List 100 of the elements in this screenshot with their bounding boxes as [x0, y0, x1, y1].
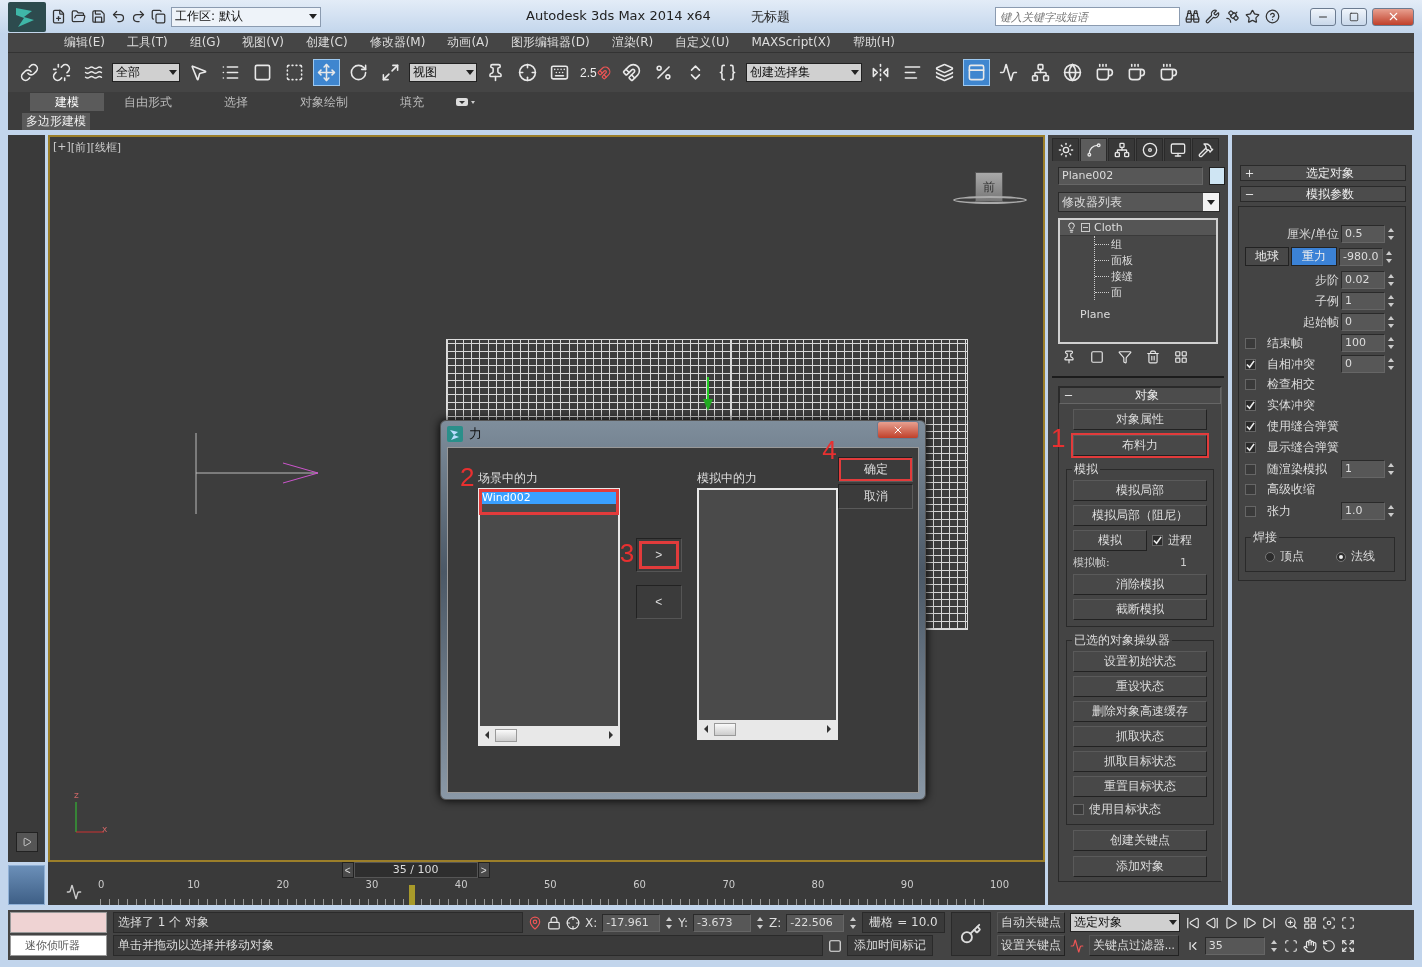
- rollout-header[interactable]: 选定对象: [1240, 165, 1406, 181]
- panel-button[interactable]: 创建关键点: [1073, 830, 1207, 851]
- horizontal-scrollbar[interactable]: [698, 720, 837, 738]
- stack-item[interactable]: Plane: [1060, 306, 1216, 322]
- number-field[interactable]: 1.0: [1341, 502, 1385, 520]
- object-color-swatch[interactable]: [1209, 167, 1225, 185]
- panel-button[interactable]: 模拟局部（阻尼）: [1073, 505, 1207, 526]
- viewport-menu-label[interactable]: [前]: [70, 140, 91, 155]
- coordinate-field[interactable]: -22.506: [786, 913, 845, 932]
- stack-sub-item[interactable]: 接缝: [1111, 268, 1133, 284]
- gravity-button[interactable]: 重力: [1291, 247, 1337, 266]
- ribbon-tab[interactable]: 自由形式: [104, 93, 192, 111]
- binoculars-icon[interactable]: [1185, 9, 1200, 24]
- menu-item[interactable]: 创建(C): [294, 33, 359, 52]
- checkbox[interactable]: [1245, 484, 1256, 495]
- spinner-arrows-icon[interactable]: [1387, 314, 1395, 330]
- move-button[interactable]: >: [635, 538, 682, 572]
- menu-item[interactable]: 动画(A): [436, 33, 500, 52]
- panel-button[interactable]: 重设状态: [1073, 676, 1207, 697]
- panel-tab[interactable]: [1080, 138, 1107, 161]
- dialog-button[interactable]: 确定: [838, 457, 914, 482]
- horizontal-scrollbar[interactable]: [480, 726, 618, 744]
- number-field[interactable]: 100: [1341, 334, 1385, 352]
- plus-icon[interactable]: [1244, 167, 1255, 179]
- panel-button[interactable]: 模拟: [1073, 530, 1147, 551]
- viewport-menu-label[interactable]: [线框]: [90, 140, 121, 155]
- dropdown-icon[interactable]: [456, 98, 476, 106]
- star-icon[interactable]: [1245, 9, 1260, 24]
- radio-button[interactable]: [1336, 551, 1346, 562]
- checkbox[interactable]: [1245, 379, 1256, 390]
- ribbon-tab[interactable]: 填充: [368, 93, 456, 111]
- redo-icon[interactable]: [131, 9, 146, 24]
- key-mode-button[interactable]: [950, 912, 991, 956]
- checkbox[interactable]: [1245, 421, 1256, 432]
- number-field[interactable]: 1: [1341, 292, 1385, 310]
- checkbox[interactable]: [1245, 505, 1256, 517]
- object-name-field[interactable]: Plane002: [1058, 167, 1203, 185]
- snap-toggle-button[interactable]: 2.5: [578, 59, 613, 86]
- number-field[interactable]: 0: [1341, 355, 1385, 373]
- number-field[interactable]: 0.02: [1341, 271, 1385, 289]
- panel-button[interactable]: 对象属性: [1073, 409, 1207, 430]
- zoom-icon[interactable]: [1283, 915, 1298, 930]
- coordinate-field[interactable]: -3.673: [693, 913, 752, 932]
- save-icon[interactable]: [91, 9, 106, 24]
- configure-icon[interactable]: [1174, 350, 1188, 364]
- panel-tab[interactable]: [1192, 138, 1219, 161]
- panel-button[interactable]: 添加对象: [1073, 856, 1207, 877]
- workspace-dropdown[interactable]: 工作区: 默认: [171, 6, 321, 27]
- rollout-header[interactable]: 对象: [1059, 387, 1221, 404]
- panel-button[interactable]: 重置目标状态: [1073, 776, 1207, 797]
- panel-button[interactable]: 模拟局部: [1073, 480, 1207, 501]
- listener-input-field[interactable]: [10, 912, 107, 933]
- search-field[interactable]: 键入关键字或短语: [995, 7, 1180, 26]
- checkbox[interactable]: [1245, 337, 1256, 349]
- menu-item[interactable]: MAXScript(X): [740, 33, 842, 52]
- app-logo[interactable]: [8, 1, 46, 32]
- close-button[interactable]: [1372, 7, 1414, 26]
- trash-icon[interactable]: [1146, 350, 1160, 364]
- menu-item[interactable]: 图形编辑器(D): [499, 33, 601, 52]
- panel-button[interactable]: 布料力: [1073, 435, 1207, 456]
- go-to-end-icon[interactable]: [1261, 915, 1276, 930]
- menu-item[interactable]: 帮助(H): [841, 33, 906, 52]
- reference-coordinate-dropdown[interactable]: 视图: [409, 63, 477, 82]
- stack-sub-item[interactable]: 面: [1111, 284, 1122, 300]
- earth-button[interactable]: 地球: [1245, 247, 1289, 266]
- checkbox[interactable]: [1152, 535, 1163, 546]
- satellite-icon[interactable]: [1225, 9, 1240, 24]
- panel-button[interactable]: 截断模拟: [1073, 599, 1207, 620]
- crosshair-icon[interactable]: [566, 915, 580, 930]
- expand-button[interactable]: [15, 832, 38, 852]
- panel-tab[interactable]: [1052, 138, 1079, 161]
- coordinate-field[interactable]: -17.961: [602, 913, 661, 932]
- number-field[interactable]: -980.0: [1339, 247, 1383, 266]
- move-button[interactable]: [313, 59, 340, 86]
- auto-key-button[interactable]: 自动关键点: [996, 912, 1065, 933]
- panel-button[interactable]: 消除模拟: [1073, 574, 1207, 595]
- move-button[interactable]: <: [635, 585, 682, 619]
- ribbon-tab[interactable]: 对象绘制: [280, 93, 368, 111]
- menu-item[interactable]: 视图(V): [231, 33, 295, 52]
- menu-item[interactable]: 编辑(E): [53, 33, 116, 52]
- panel-button[interactable]: 删除对象高速缓存: [1073, 701, 1207, 722]
- time-slider-thumb[interactable]: 35 / 100: [353, 862, 478, 878]
- ribbon-tab[interactable]: 选择: [192, 93, 280, 111]
- current-frame-field[interactable]: 35: [1204, 936, 1265, 955]
- ribbon-toggle-button[interactable]: [962, 59, 990, 86]
- rollout-header[interactable]: 模拟参数: [1240, 186, 1406, 202]
- collapse-icon[interactable]: [1081, 223, 1090, 232]
- ribbon-panel-label[interactable]: 多边形建模: [22, 112, 90, 130]
- new-file-icon[interactable]: [51, 9, 66, 24]
- wrench-icon[interactable]: [1205, 9, 1220, 24]
- maximize-viewport-icon[interactable]: [1340, 938, 1355, 953]
- key-filters-button[interactable]: 关键点过滤器...: [1088, 935, 1179, 956]
- spinner-arrows-icon[interactable]: [1387, 503, 1395, 519]
- play-icon[interactable]: [1223, 915, 1238, 930]
- panel-tab[interactable]: [1164, 138, 1191, 161]
- next-frame-icon[interactable]: [1242, 915, 1257, 930]
- key-target-dropdown[interactable]: 选定对象: [1069, 913, 1180, 932]
- menu-item[interactable]: 渲染(R): [600, 33, 665, 52]
- set-key-button[interactable]: 设置关键点: [996, 935, 1065, 956]
- pin-icon[interactable]: [528, 915, 542, 930]
